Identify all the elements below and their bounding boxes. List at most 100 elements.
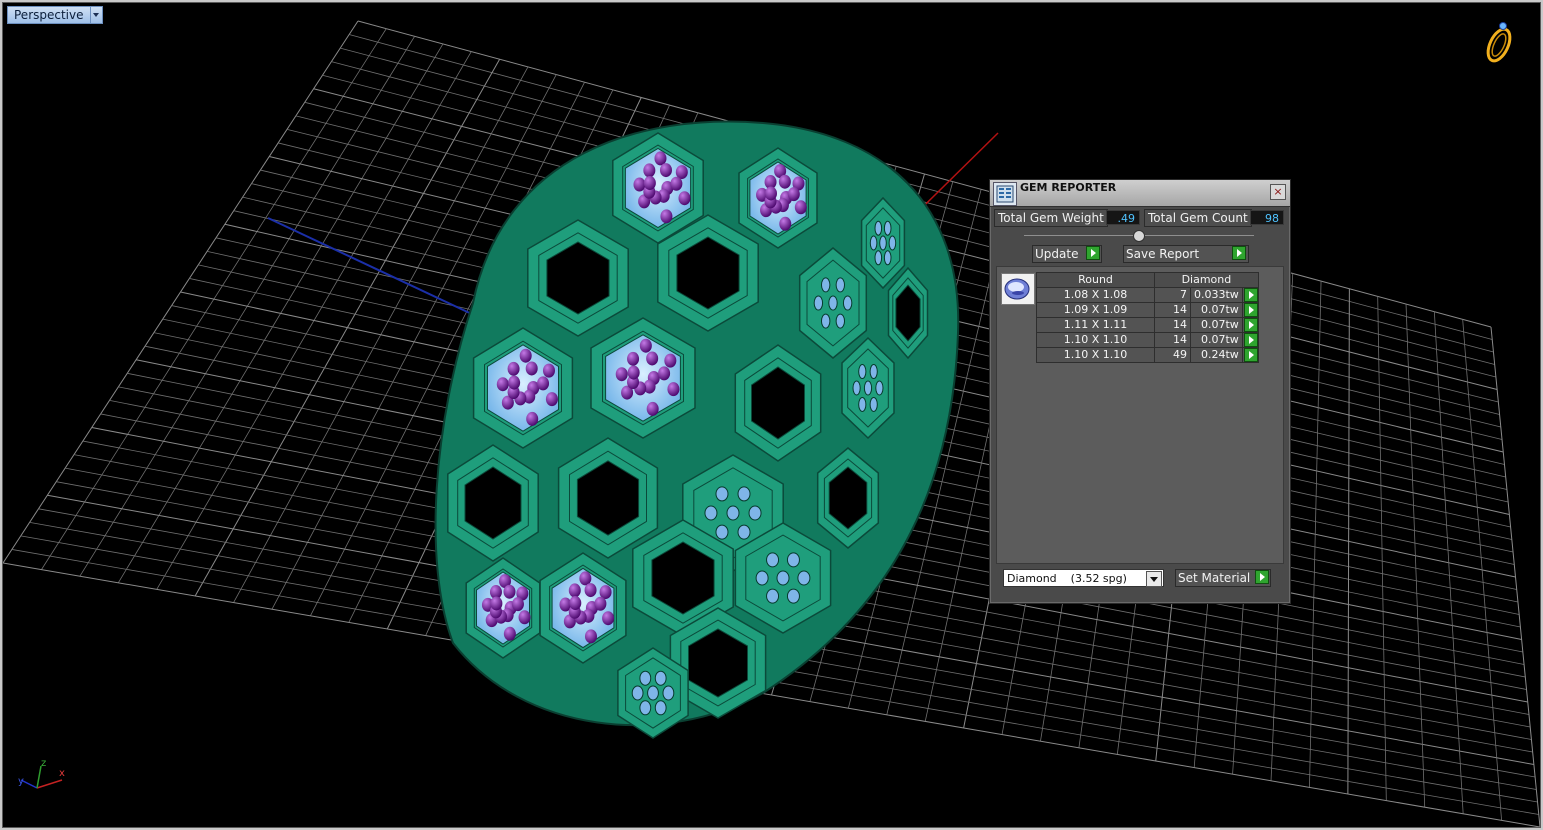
table-row[interactable]: 1.11 X 1.11 14 0.07tw	[1036, 317, 1259, 333]
save-report-label: Save Report	[1126, 247, 1200, 261]
row-go-cell	[1241, 347, 1259, 363]
round-gem-icon[interactable]	[1001, 273, 1035, 305]
prong	[667, 382, 680, 397]
gem-seat-hole	[647, 685, 659, 701]
slider-handle[interactable]	[1133, 230, 1145, 242]
prong	[525, 361, 538, 376]
prong	[584, 583, 597, 598]
total-gem-weight-value: .49	[1106, 210, 1140, 225]
table-row[interactable]: 1.10 X 1.10 49 0.24tw	[1036, 347, 1259, 363]
material-select[interactable]: Diamond (3.52 spg)	[1003, 569, 1164, 587]
gem-reporter-panel: GEM REPORTER × Total Gem Weight .49 Tota…	[989, 179, 1291, 604]
gem-weight: 0.033tw	[1190, 287, 1243, 303]
gem-seat-hole	[715, 524, 729, 540]
gem-seat-hole	[875, 380, 884, 396]
prong	[764, 186, 777, 201]
gem-seat-hole	[842, 295, 853, 311]
save-report-go-icon[interactable]	[1232, 246, 1246, 260]
gem-size: 1.10 X 1.10	[1036, 347, 1155, 363]
prong	[660, 209, 673, 224]
row-go-icon[interactable]	[1243, 303, 1258, 317]
gem-seat-hole	[766, 552, 780, 568]
gem-weight: 0.07tw	[1190, 332, 1243, 348]
close-icon[interactable]: ×	[1270, 184, 1286, 200]
gem-seat-hole	[639, 700, 652, 716]
viewport-name[interactable]: Perspective	[7, 6, 90, 24]
axis-triad: x y z	[18, 758, 65, 789]
axis-y-label: y	[18, 776, 24, 787]
gem-list: Round Diamond 1.08 X 1.08 7 0.033tw 1.09 X …	[996, 266, 1284, 564]
gem-seat-hole	[776, 570, 790, 586]
gem-seat-hole	[726, 505, 740, 521]
gem-seat-hole	[852, 380, 861, 396]
table-row[interactable]: 1.09 X 1.09 14 0.07tw	[1036, 302, 1259, 318]
prong	[664, 353, 677, 368]
gem-count: 7	[1154, 287, 1191, 303]
grid-line	[1490, 326, 1540, 827]
update-go-icon[interactable]	[1086, 246, 1100, 260]
gem-seat-hole	[869, 396, 878, 412]
table-row[interactable]: 1.10 X 1.10 14 0.07tw	[1036, 332, 1259, 348]
prong	[545, 392, 558, 407]
prong	[627, 351, 640, 366]
scene-canvas[interactable]: x y z	[3, 3, 1540, 827]
prong	[518, 610, 531, 625]
prong	[778, 174, 791, 189]
gem-reporter-icon	[993, 182, 1017, 206]
prong	[507, 361, 520, 376]
prong	[646, 401, 659, 416]
gem-seat-hole	[828, 295, 838, 311]
prong	[659, 163, 672, 178]
prong	[646, 351, 659, 366]
gem-seat-hole	[737, 524, 751, 540]
gem-size: 1.10 X 1.10	[1036, 332, 1155, 348]
prong	[779, 216, 792, 231]
row-go-cell	[1241, 317, 1259, 333]
gem-table: Round Diamond 1.08 X 1.08 7 0.033tw 1.09 X …	[1036, 272, 1259, 363]
chevron-down-icon[interactable]	[1146, 571, 1162, 587]
chevron-down-icon[interactable]	[89, 6, 103, 24]
row-go-icon[interactable]	[1243, 348, 1258, 362]
prong	[602, 611, 615, 626]
grid-line	[1377, 296, 1387, 801]
grid-line	[1462, 319, 1502, 821]
prong	[658, 366, 671, 381]
gem-seat-hole	[755, 570, 769, 586]
perspective-viewport[interactable]: x y z Perspective	[2, 2, 1541, 828]
prong	[584, 629, 597, 644]
gem-seat-hole	[869, 364, 878, 380]
prong	[678, 191, 691, 206]
viewport-title-tab[interactable]: Perspective	[7, 6, 103, 24]
gem-seat-hole	[820, 277, 831, 293]
gem-count: 14	[1154, 332, 1191, 348]
row-go-icon[interactable]	[1243, 333, 1258, 347]
row-go-icon[interactable]	[1243, 288, 1258, 302]
gem-weight: 0.07tw	[1190, 302, 1243, 318]
prong	[568, 583, 581, 598]
gem-seat-hole	[883, 220, 892, 236]
prong	[569, 596, 582, 611]
gem-seat-hole	[639, 670, 652, 686]
prong	[615, 367, 628, 382]
prong	[639, 338, 652, 353]
panel-title-bar[interactable]: GEM REPORTER ×	[990, 180, 1290, 207]
gem-count: 14	[1154, 302, 1191, 318]
ring-widget-icon[interactable]	[1484, 22, 1515, 65]
gem-table-header: Round Diamond	[1036, 272, 1259, 288]
prong	[542, 363, 555, 378]
set-material-go-icon[interactable]	[1255, 570, 1269, 584]
prong	[787, 187, 800, 202]
row-go-icon[interactable]	[1243, 318, 1258, 332]
material-column-header: Diamond	[1154, 272, 1259, 288]
grid-line	[1433, 311, 1464, 814]
table-row[interactable]: 1.08 X 1.08 7 0.033tw	[1036, 287, 1259, 303]
prong	[670, 176, 683, 191]
axis-x-label: x	[59, 768, 65, 779]
gem-seat-hole	[797, 570, 811, 586]
gem-seat-hole	[813, 295, 824, 311]
prong	[519, 348, 532, 363]
gem-seat-hole	[858, 364, 867, 380]
gem-seat-hole	[888, 235, 897, 251]
gem-seat-hole	[820, 313, 831, 329]
gem-seat-hole	[835, 277, 846, 293]
